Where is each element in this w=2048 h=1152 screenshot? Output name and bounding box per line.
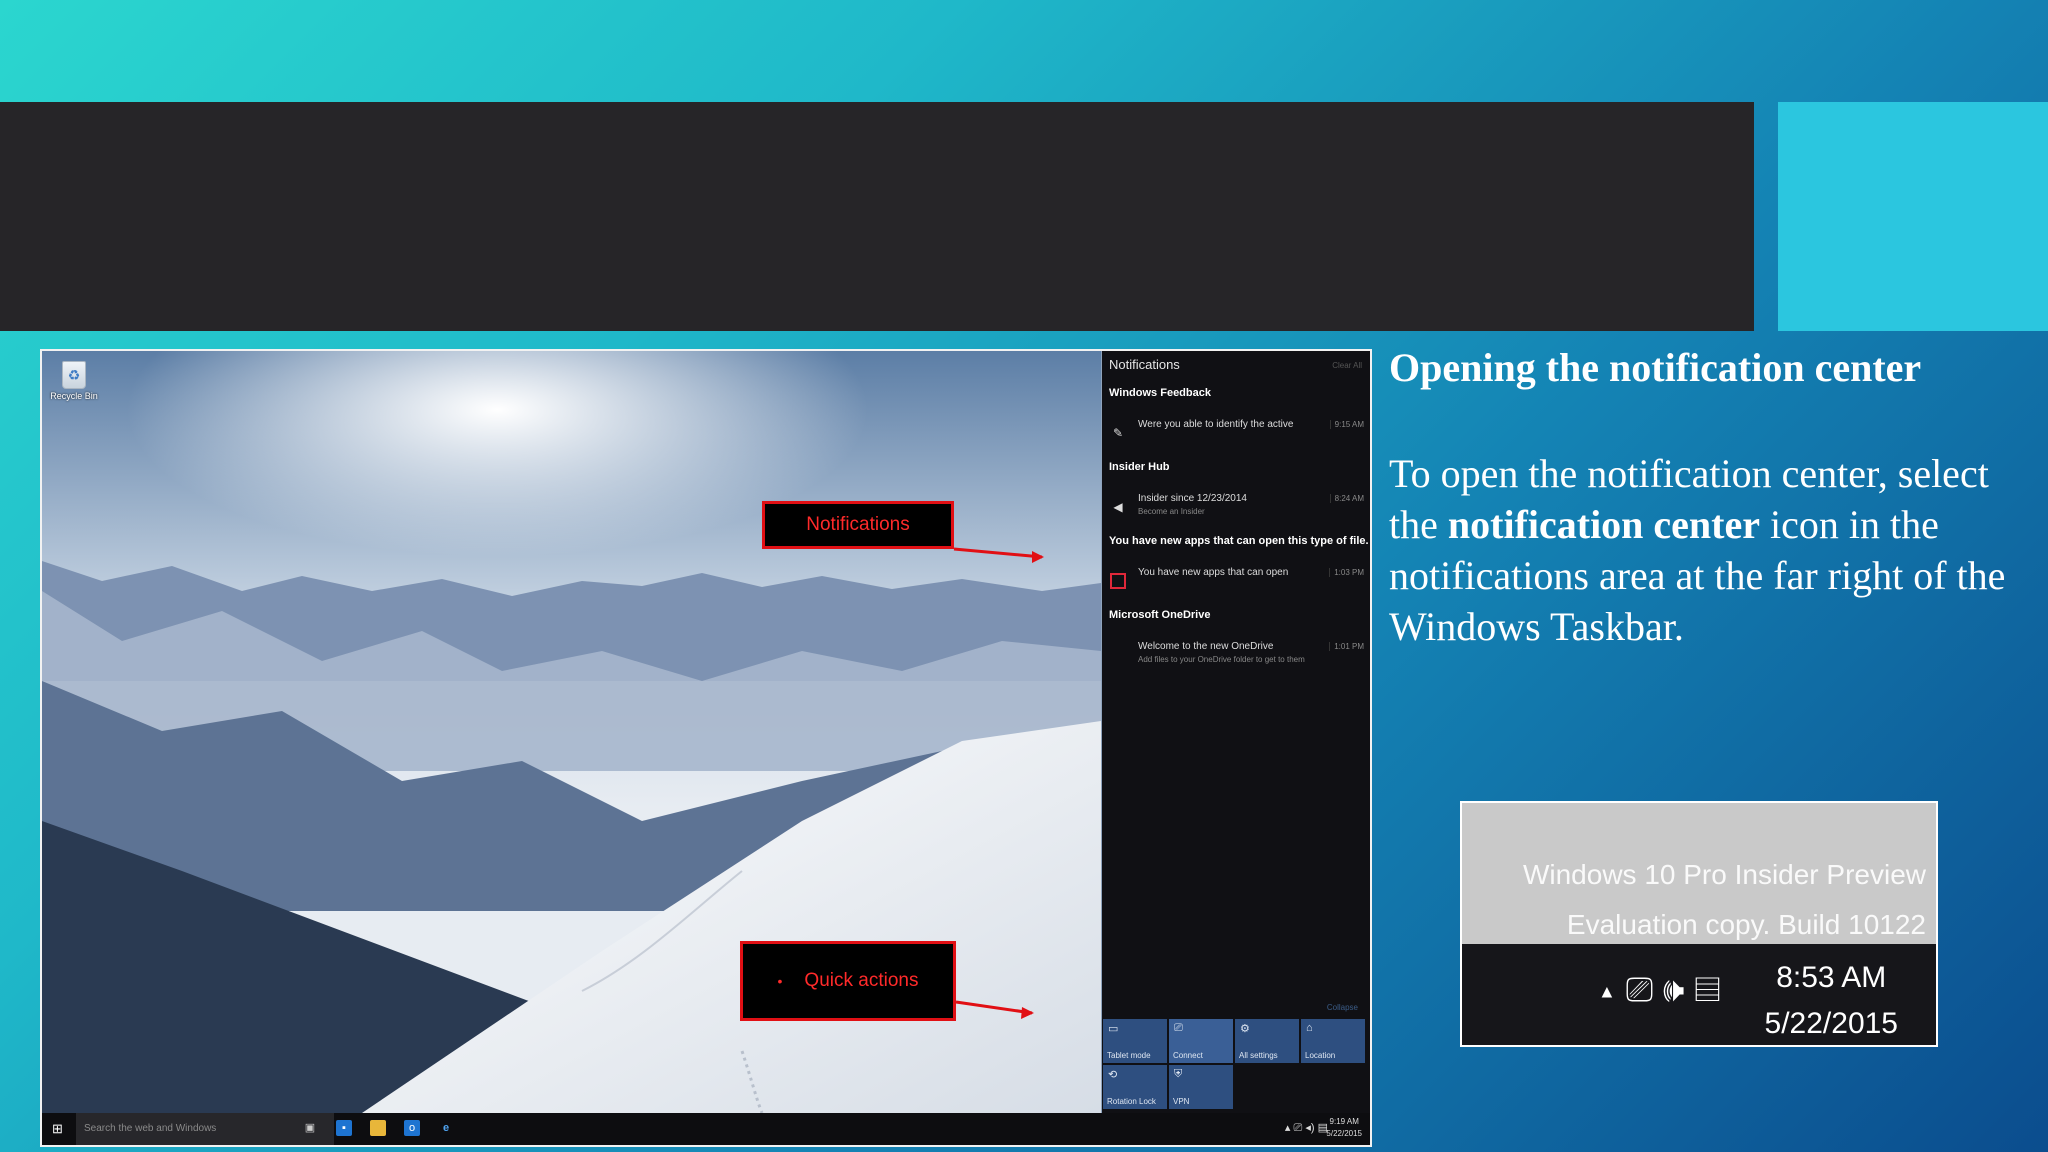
outlook-icon[interactable]: o [404,1120,420,1136]
notification-time: 1:03 PM [1329,568,1364,577]
show-hidden-icons-icon[interactable]: ▲ [1598,982,1626,1002]
clear-all-link[interactable]: Clear All [1332,361,1362,370]
slide-heading: Opening the notification center [1389,345,1922,390]
store-app-icon[interactable]: ▪ [336,1120,352,1136]
notification-text: Welcome to the new OneDrive [1138,641,1274,652]
tile-label: VPN [1173,1097,1190,1106]
connect-tile[interactable]: ⎚ Connect [1169,1019,1233,1063]
group-header[interactable]: Insider Hub [1109,461,1170,473]
notification-time: 9:15 AM [1329,420,1364,429]
notification-item[interactable]: Welcome to the new OneDrive Add files to… [1102,639,1370,669]
rotation-lock-tile[interactable]: ⟲ Rotation Lock [1103,1065,1167,1109]
notification-item[interactable]: You have new apps that can open 1:03 PM [1102,565,1370,595]
network-icon[interactable]: ⎚ [1626,971,1663,1009]
body-text-bold: notification center [1447,502,1761,547]
zoomed-clock-date: 5/22/2015 [1764,1007,1898,1040]
slide-body: To open the notification center, select … [1389,448,2009,652]
windows-screenshot: ♻ Recycle Bin Notifications • Quick acti… [40,349,1372,1147]
tablet-icon: ▭ [1108,1023,1119,1035]
zoomed-clock-time: 8:53 AM [1776,961,1887,994]
watermark-line2: Evaluation copy. Build 10122 [1566,909,1926,940]
vpn-tile[interactable]: ⛨ VPN [1169,1065,1233,1109]
volume-icon[interactable]: 🕪 [1663,971,1694,1009]
action-center-panel: Notifications Clear All Windows Feedback… [1102,351,1370,1113]
notification-item[interactable]: ✎ Were you able to identify the active 9… [1102,417,1370,447]
taskbar-clock[interactable]: 9:19 AM 5/22/2015 [1326,1116,1362,1140]
tile-label: Connect [1173,1051,1203,1060]
gear-icon: ⚙ [1240,1023,1250,1035]
notification-text: You have new apps that can open [1138,567,1289,578]
notification-time: 1:01 PM [1329,642,1364,651]
action-center-title: Notifications [1109,357,1180,372]
clock-time: 9:19 AM [1329,1117,1359,1126]
notification-subtext: Add files to your OneDrive folder to get… [1138,655,1305,664]
notification-text: Were you able to identify the active [1138,419,1294,430]
ie-icon[interactable]: e [438,1120,454,1136]
tile-label: Location [1305,1051,1336,1060]
store-icon [1110,573,1126,589]
location-tile[interactable]: ⌂ Location [1301,1019,1365,1063]
location-icon: ⌂ [1306,1022,1313,1034]
taskbar: ⊞ Search the web and Windows ▣ ▪ o e ▴ ⎚… [42,1113,1370,1145]
tray-zoom-screenshot: Windows 10 Pro Insider Preview Evaluatio… [1460,801,1938,1047]
search-box[interactable]: Search the web and Windows [76,1113,334,1145]
group-header[interactable]: Windows Feedback [1109,387,1211,399]
tablet-mode-tile[interactable]: ▭ Tablet mode [1103,1019,1167,1063]
clock-date: 5/22/2015 [1326,1129,1362,1138]
watermark-line1: Windows 10 Pro Insider Preview [1522,859,1926,890]
group-header[interactable]: You have new apps that can open this typ… [1109,535,1369,547]
vpn-icon: ⛨ [1174,1068,1183,1080]
notification-center-icon[interactable]: ▤ [1694,971,1730,1009]
zoomed-tray-icons: ▲⎚🕪▤ [1598,971,1730,1010]
tile-label: Tablet mode [1107,1051,1151,1060]
file-explorer-icon[interactable] [370,1120,386,1136]
tile-label: Rotation Lock [1107,1097,1156,1106]
search-placeholder: Search the web and Windows [84,1123,217,1134]
windows-start-icon[interactable]: ⊞ [52,1121,63,1137]
feedback-icon: ✎ [1112,426,1124,440]
cloud-icon [1110,647,1126,663]
all-settings-tile[interactable]: ⚙ All settings [1235,1019,1299,1063]
task-view-icon[interactable]: ▣ [302,1120,318,1136]
collapse-link[interactable]: Collapse [1327,1003,1358,1012]
notification-subtext: Become an Insider [1138,507,1205,516]
tile-label: All settings [1239,1051,1278,1060]
rotation-icon: ⟲ [1108,1069,1118,1081]
title-band [0,102,1754,331]
connect-icon: ⎚ [1174,1022,1183,1034]
system-tray[interactable]: ▴ ⎚ ◂) ▤ [1285,1121,1328,1135]
notification-item[interactable]: ◀ Insider since 12/23/2014 Become an Ins… [1102,491,1370,521]
megaphone-icon: ◀ [1113,500,1123,514]
notification-text: Insider since 12/23/2014 [1138,493,1247,504]
accent-square [1778,102,2048,331]
zoomed-clock[interactable]: 8:53 AM 5/22/2015 [1764,955,1898,1045]
notification-time: 8:24 AM [1329,494,1364,503]
group-header[interactable]: Microsoft OneDrive [1109,609,1210,621]
